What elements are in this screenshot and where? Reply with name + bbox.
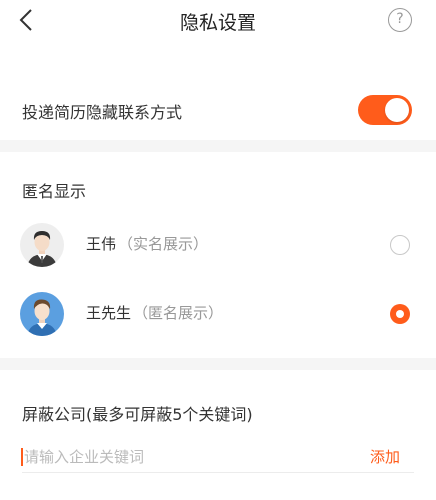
page-title: 隐私设置 <box>179 12 256 34</box>
top-bar: 隐私设置 ? <box>0 0 436 40</box>
text-cursor <box>21 448 23 466</box>
radio-anonymous[interactable] <box>390 304 410 324</box>
option-anonymous-label: 王先生 （匿名展示） <box>86 302 223 323</box>
hide-contact-toggle[interactable] <box>358 95 412 125</box>
section-divider <box>0 140 436 152</box>
option-anonymous-hint: （匿名展示） <box>133 304 224 322</box>
toggle-knob <box>385 98 409 122</box>
option-realname-name: 王伟 <box>86 235 117 253</box>
avatar-anonymous <box>20 292 64 336</box>
radio-realname[interactable] <box>390 235 410 255</box>
option-realname[interactable]: 王伟 （实名展示） <box>0 217 436 273</box>
option-realname-hint: （实名展示） <box>118 235 209 253</box>
block-company-title: 屏蔽公司(最多可屏蔽5个关键词) <box>22 405 253 424</box>
avatar-realname <box>20 223 64 267</box>
keyword-entry: 添加 <box>0 440 436 474</box>
add-keyword-button[interactable]: 添加 <box>370 446 400 467</box>
option-anonymous-name: 王先生 <box>86 304 132 322</box>
question-circle-icon: ? <box>396 11 404 27</box>
hide-contact-label: 投递简历隐藏联系方式 <box>22 103 183 122</box>
hide-contact-setting: 投递简历隐藏联系方式 <box>0 82 436 138</box>
section-divider <box>0 358 436 370</box>
input-underline <box>22 472 414 473</box>
help-button[interactable]: ? <box>388 8 412 32</box>
anonymous-section-title: 匿名显示 <box>22 182 87 201</box>
company-keyword-input[interactable] <box>24 443 344 471</box>
option-realname-label: 王伟 （实名展示） <box>86 233 208 254</box>
option-anonymous[interactable]: 王先生 （匿名展示） <box>0 286 436 342</box>
